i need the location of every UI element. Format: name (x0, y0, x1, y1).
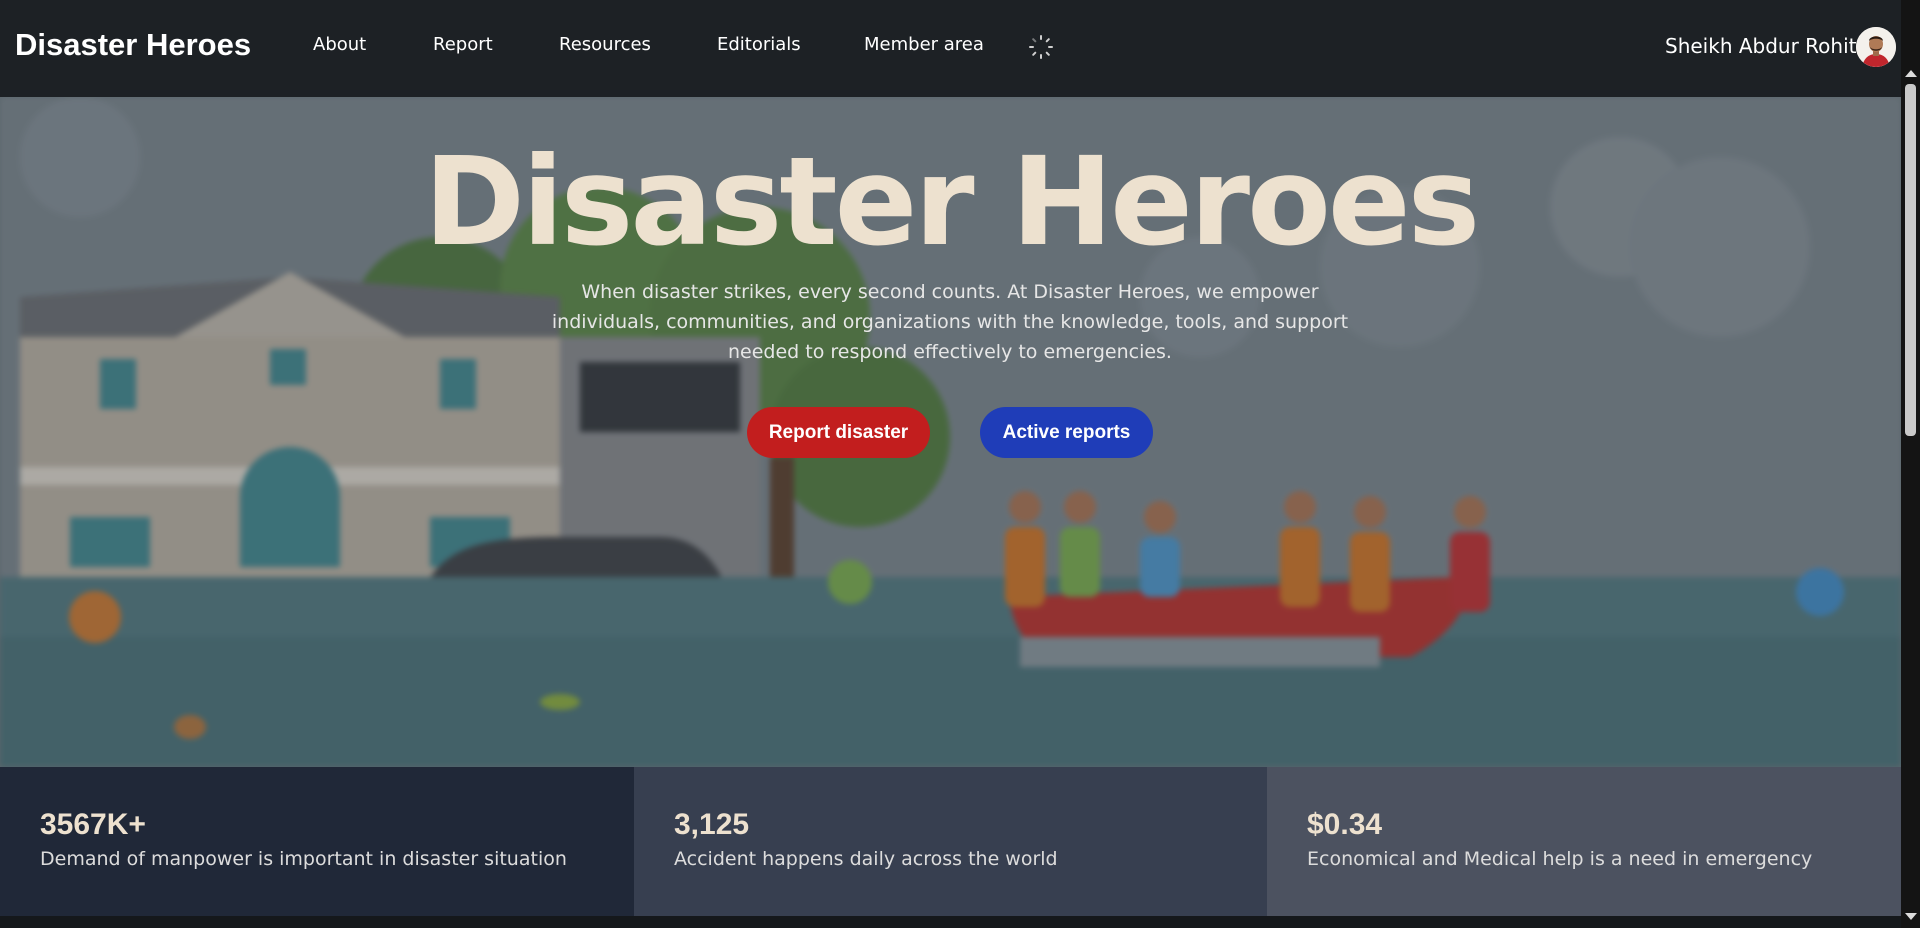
stat-card: 3567K+ Demand of manpower is important i… (0, 767, 634, 916)
nav-link-report[interactable]: Report (433, 34, 493, 55)
user-name[interactable]: Sheikh Abdur Rohit (1665, 34, 1856, 58)
hero-title: Disaster Heroes (423, 131, 1481, 273)
nav-link-editorials[interactable]: Editorials (717, 34, 801, 55)
page-scrollbar[interactable] (1901, 0, 1920, 928)
stat-card: 3,125 Accident happens daily across the … (634, 767, 1267, 916)
spinner-icon (1027, 33, 1055, 61)
stat-label: Economical and Medical help is a need in… (1307, 848, 1813, 870)
scroll-up-arrow-icon[interactable] (1905, 70, 1917, 77)
nav-link-resources[interactable]: Resources (559, 34, 651, 55)
stat-card: $0.34 Economical and Medical help is a n… (1267, 767, 1901, 916)
stat-label: Demand of manpower is important in disas… (40, 848, 567, 870)
user-avatar-icon[interactable] (1856, 27, 1896, 67)
scrollbar-thumb[interactable] (1905, 84, 1916, 436)
stats-strip: 3567K+ Demand of manpower is important i… (0, 767, 1901, 916)
report-disaster-button[interactable]: Report disaster (747, 407, 930, 458)
hero-section: Disaster Heroes When disaster strikes, e… (0, 97, 1901, 767)
hero-description: When disaster strikes, every second coun… (551, 281, 1349, 363)
active-reports-button[interactable]: Active reports (980, 407, 1153, 458)
stat-label: Accident happens daily across the world (674, 848, 1058, 870)
stat-value: 3,125 (674, 808, 750, 841)
stat-value: $0.34 (1307, 808, 1383, 841)
main-nav: About Report Resources Editorials Member… (0, 0, 1901, 94)
scroll-down-arrow-icon[interactable] (1905, 913, 1917, 920)
nav-link-about[interactable]: About (313, 34, 366, 55)
top-navbar: Disaster Heroes About Report Resources E… (0, 0, 1901, 97)
nav-link-member-area[interactable]: Member area (864, 34, 984, 55)
stat-value: 3567K+ (40, 808, 146, 841)
